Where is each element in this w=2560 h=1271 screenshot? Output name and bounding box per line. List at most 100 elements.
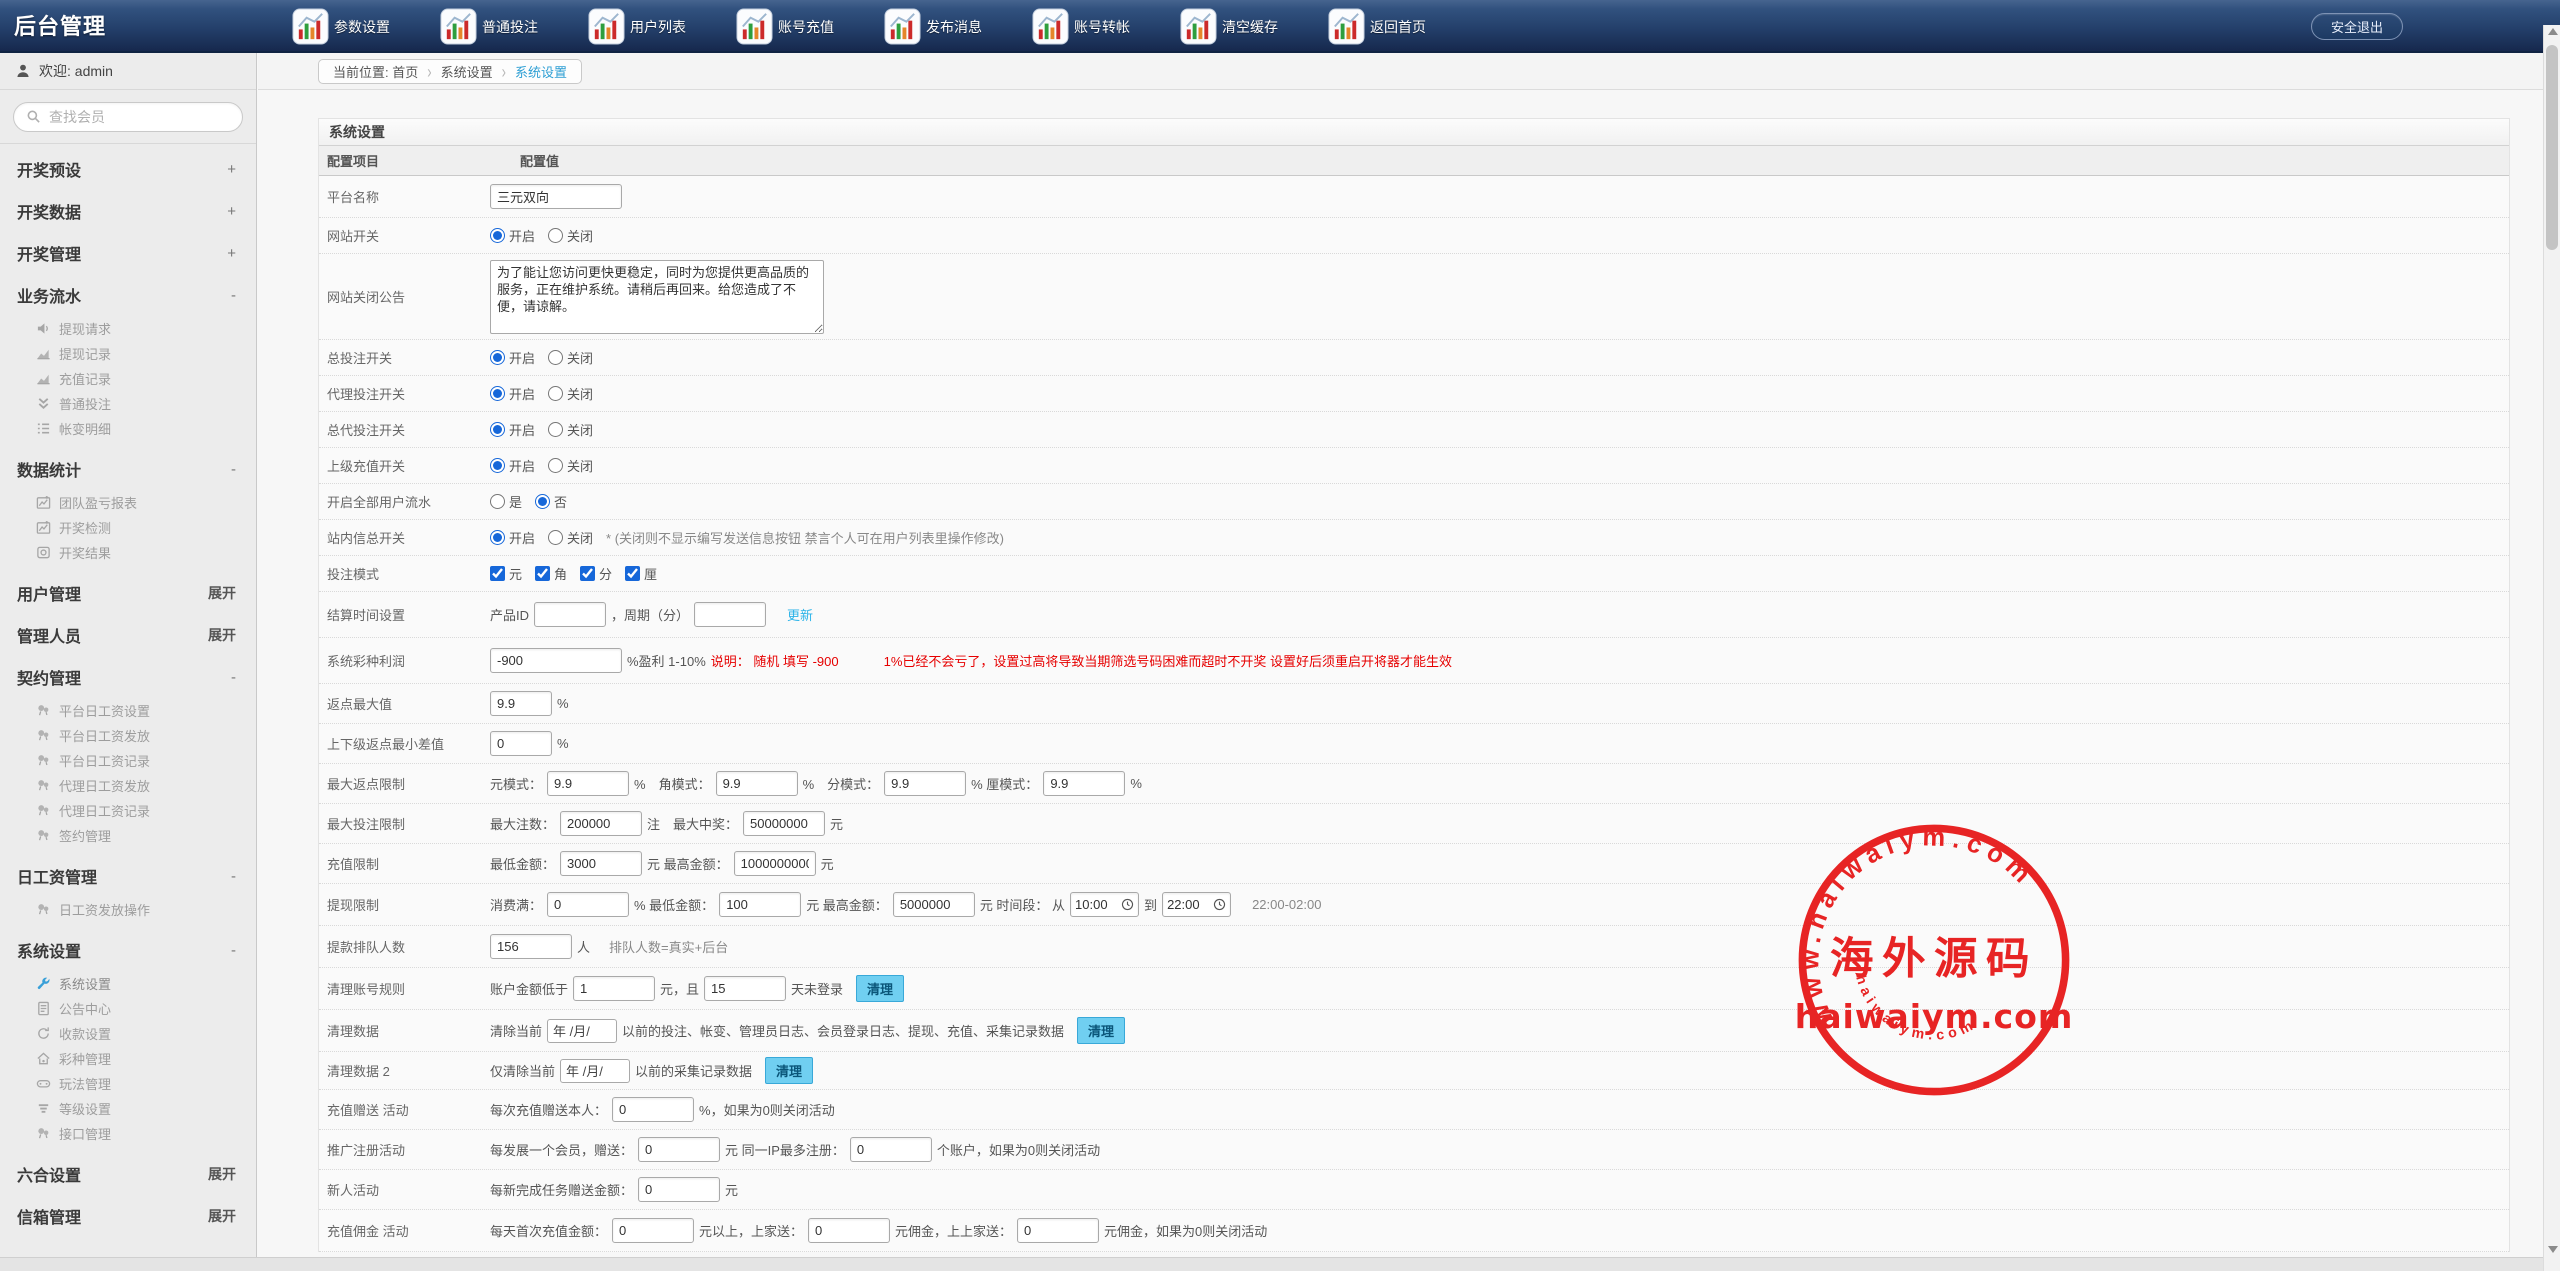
checkbox-option[interactable]: 角 bbox=[535, 564, 567, 583]
sidebar-item-api-manage[interactable]: 接口管理 bbox=[0, 1121, 256, 1146]
radio-input[interactable] bbox=[490, 458, 505, 473]
radio-input[interactable] bbox=[548, 422, 563, 437]
radio-input[interactable] bbox=[548, 350, 563, 365]
radio-input[interactable] bbox=[490, 228, 505, 243]
radio-option[interactable]: 关闭 bbox=[548, 528, 593, 547]
radio-input[interactable] bbox=[490, 386, 505, 401]
withdraw-limit-time-input[interactable] bbox=[1167, 897, 1213, 912]
checkbox-option[interactable]: 厘 bbox=[625, 564, 657, 583]
clean-account-rule-input[interactable] bbox=[573, 976, 655, 1001]
radio-input[interactable] bbox=[490, 422, 505, 437]
sidebar-item-platform-wage-setting[interactable]: 平台日工资设置 bbox=[0, 698, 256, 723]
sidebar-item-level-settings[interactable]: 等级设置 bbox=[0, 1096, 256, 1121]
nav-item-account-recharge[interactable]: 账号充值 bbox=[736, 8, 834, 45]
date-input[interactable] bbox=[547, 1019, 617, 1043]
clean-button[interactable]: 清理 bbox=[1077, 1017, 1125, 1044]
date-input[interactable] bbox=[560, 1059, 630, 1083]
radio-option[interactable]: 关闭 bbox=[548, 384, 593, 403]
recharge-commission-input[interactable] bbox=[808, 1218, 890, 1243]
promo-register-input[interactable] bbox=[638, 1137, 720, 1162]
group-toggle[interactable]: 展开 bbox=[208, 1206, 236, 1226]
sidebar-group-header-admin-staff[interactable]: 管理人员展开 bbox=[0, 614, 256, 656]
search-input[interactable] bbox=[49, 109, 219, 125]
withdraw-limit-input[interactable] bbox=[547, 892, 629, 917]
sidebar-group-header-data-stats[interactable]: 数据统计- bbox=[0, 448, 256, 490]
radio-option[interactable]: 开启 bbox=[490, 456, 535, 475]
sidebar-item-draw-check[interactable]: 开奖检测 bbox=[0, 515, 256, 540]
recharge-limit-input[interactable] bbox=[734, 851, 816, 876]
max-rebate-limit-input[interactable] bbox=[1043, 771, 1125, 796]
group-toggle[interactable]: + bbox=[227, 203, 236, 220]
withdraw-queue-input[interactable] bbox=[490, 934, 572, 959]
radio-option[interactable]: 关闭 bbox=[548, 226, 593, 245]
sidebar-group-header-lottery-data[interactable]: 开奖数据+ bbox=[0, 190, 256, 232]
radio-option[interactable]: 开启 bbox=[490, 348, 535, 367]
sidebar-item-withdraw-records[interactable]: 提现记录 bbox=[0, 341, 256, 366]
radio-input[interactable] bbox=[548, 530, 563, 545]
checkbox-input[interactable] bbox=[490, 566, 505, 581]
sidebar-item-notice-center[interactable]: 公告中心 bbox=[0, 996, 256, 1021]
withdraw-limit-input[interactable] bbox=[893, 892, 975, 917]
radio-input[interactable] bbox=[490, 494, 505, 509]
group-toggle[interactable]: 展开 bbox=[208, 625, 236, 645]
radio-input[interactable] bbox=[548, 458, 563, 473]
group-toggle[interactable]: 展开 bbox=[208, 1164, 236, 1184]
sidebar-item-platform-wage-pay[interactable]: 平台日工资发放 bbox=[0, 723, 256, 748]
sidebar-group-header-contract-manage[interactable]: 契约管理- bbox=[0, 656, 256, 698]
sidebar-group-header-lottery-manage[interactable]: 开奖管理+ bbox=[0, 232, 256, 274]
checkbox-input[interactable] bbox=[535, 566, 550, 581]
sidebar-item-normal-bets[interactable]: 普通投注 bbox=[0, 391, 256, 416]
group-toggle[interactable]: - bbox=[231, 669, 236, 686]
nav-item-param-settings[interactable]: 参数设置 bbox=[292, 8, 390, 45]
radio-option[interactable]: 否 bbox=[535, 492, 567, 511]
group-toggle[interactable]: - bbox=[231, 868, 236, 885]
sidebar-item-payment-settings[interactable]: 收款设置 bbox=[0, 1021, 256, 1046]
sidebar-item-lottery-type-manage[interactable]: 彩种管理 bbox=[0, 1046, 256, 1071]
sidebar-item-play-manage[interactable]: 玩法管理 bbox=[0, 1071, 256, 1096]
nav-item-account-transfer[interactable]: 账号转帐 bbox=[1032, 8, 1130, 45]
sidebar-group-header-system-settings[interactable]: 系统设置- bbox=[0, 929, 256, 971]
checkbox-option[interactable]: 元 bbox=[490, 564, 522, 583]
breadcrumb-item[interactable]: 系统设置 bbox=[441, 62, 493, 81]
rebate-min-diff-input[interactable] bbox=[490, 731, 552, 756]
radio-option[interactable]: 开启 bbox=[490, 420, 535, 439]
sidebar-group-header-business-flow[interactable]: 业务流水- bbox=[0, 274, 256, 316]
sidebar-item-wage-pay-operation[interactable]: 日工资发放操作 bbox=[0, 897, 256, 922]
max-bet-limit-input[interactable] bbox=[560, 811, 642, 836]
newcomer-input[interactable] bbox=[638, 1177, 720, 1202]
recharge-commission-input[interactable] bbox=[612, 1218, 694, 1243]
recharge-gift-input[interactable] bbox=[612, 1097, 694, 1122]
sidebar-group-header-liuhe-settings[interactable]: 六合设置展开 bbox=[0, 1153, 256, 1195]
withdraw-limit-time-input[interactable] bbox=[1075, 897, 1121, 912]
radio-input[interactable] bbox=[535, 494, 550, 509]
sidebar-item-agent-wage-pay[interactable]: 代理日工资发放 bbox=[0, 773, 256, 798]
lottery-profit-input[interactable] bbox=[490, 648, 622, 673]
checkbox-input[interactable] bbox=[625, 566, 640, 581]
group-toggle[interactable]: + bbox=[227, 245, 236, 262]
recharge-commission-input[interactable] bbox=[1017, 1218, 1099, 1243]
sidebar-item-team-pnl-report[interactable]: 团队盈亏报表 bbox=[0, 490, 256, 515]
sidebar-group-header-user-manage[interactable]: 用户管理展开 bbox=[0, 572, 256, 614]
update-link[interactable]: 更新 bbox=[787, 605, 813, 624]
radio-input[interactable] bbox=[490, 530, 505, 545]
sidebar-group-header-mailbox-manage[interactable]: 信箱管理展开 bbox=[0, 1195, 256, 1237]
group-toggle[interactable]: - bbox=[231, 287, 236, 304]
checkbox-input[interactable] bbox=[580, 566, 595, 581]
radio-option[interactable]: 关闭 bbox=[548, 456, 593, 475]
radio-option[interactable]: 开启 bbox=[490, 384, 535, 403]
group-toggle[interactable]: - bbox=[231, 942, 236, 959]
radio-option[interactable]: 关闭 bbox=[548, 420, 593, 439]
site-close-notice-textarea[interactable] bbox=[490, 260, 824, 334]
nav-item-back-home[interactable]: 返回首页 bbox=[1328, 8, 1426, 45]
time-input[interactable] bbox=[1070, 892, 1139, 917]
max-rebate-limit-input[interactable] bbox=[547, 771, 629, 796]
vertical-scrollbar[interactable] bbox=[2543, 25, 2560, 1271]
radio-option[interactable]: 关闭 bbox=[548, 348, 593, 367]
max-rebate-limit-input[interactable] bbox=[716, 771, 798, 796]
logout-button[interactable]: 安全退出 bbox=[2311, 13, 2403, 40]
clean-button[interactable]: 清理 bbox=[765, 1057, 813, 1084]
scroll-down-icon[interactable] bbox=[2548, 1246, 2558, 1253]
time-input[interactable] bbox=[1162, 892, 1231, 917]
sidebar-item-agent-wage-records[interactable]: 代理日工资记录 bbox=[0, 798, 256, 823]
clean-button[interactable]: 清理 bbox=[856, 975, 904, 1002]
